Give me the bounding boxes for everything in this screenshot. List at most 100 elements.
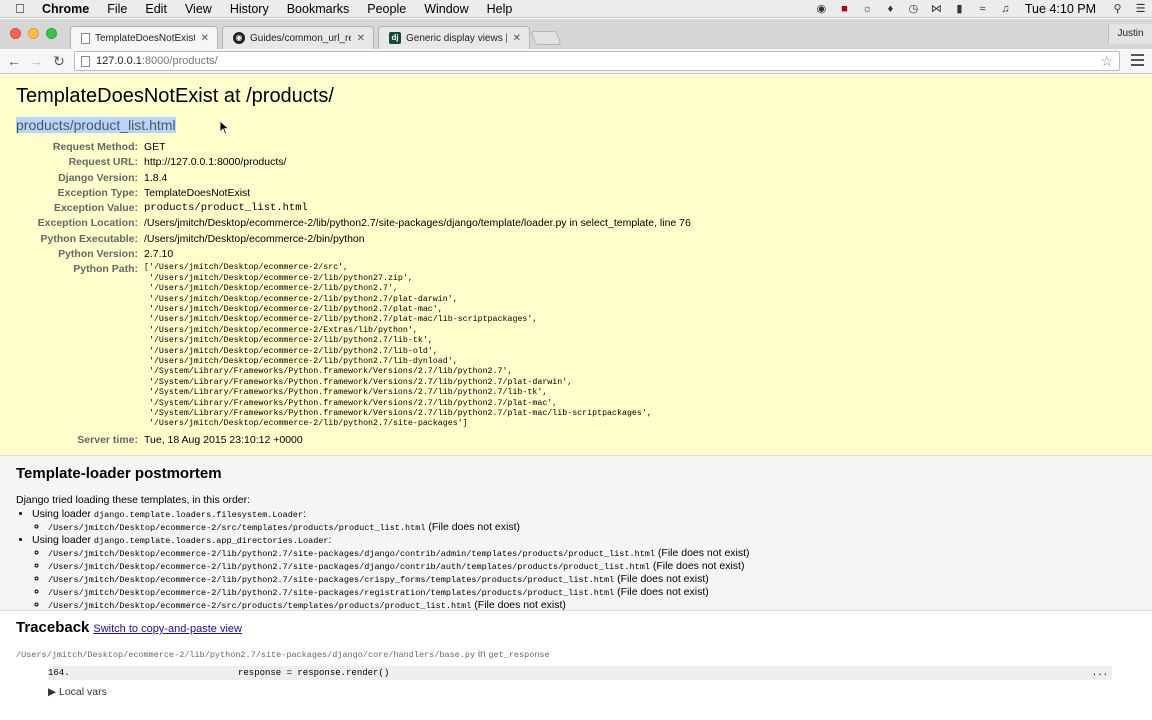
template-status: (File does not exist) [655,547,750,559]
volume-icon[interactable]: ♫ [994,0,1017,18]
window-minimize-button[interactable] [28,28,39,39]
template-attempt: /Users/jmitch/Desktop/ecommerce-2/lib/py… [48,547,1136,560]
reload-icon[interactable]: ↻ [50,52,68,70]
tab-close-icon[interactable]: ✕ [513,33,521,44]
time-machine-icon[interactable]: ◷ [902,0,925,18]
template-path: /Users/jmitch/Desktop/ecommerce-2/lib/py… [48,562,650,572]
disclosure-triangle-icon: ▶ [48,686,57,698]
loader-name: django.template.loaders.app_directories.… [93,536,329,546]
python-path-row: Python Path: ['/Users/jmitch/Desktop/eco… [16,262,691,431]
tab-generic-display-views[interactable]: dj Generic display views | Dja ✕ [378,26,530,49]
record-icon[interactable]: ◉ [810,0,833,18]
loader-item: Using loader django.template.loaders.app… [32,534,1136,612]
macos-menubar:  Chrome File Edit View History Bookmark… [0,0,1152,18]
bluetooth-icon[interactable]: ⋈ [925,0,948,18]
meta-value: 1.8.4 [144,171,168,184]
window-zoom-button[interactable] [46,28,57,39]
frame-function: get_response [488,650,550,660]
meta-label: Exception Type: [57,186,138,199]
meta-value: 2.7.10 [144,248,174,261]
forward-arrow-icon[interactable]: → [27,52,45,70]
notification-bell-icon[interactable]: ♦ [879,0,902,18]
exception-value-heading: products/product_list.html [16,117,1136,133]
template-status: (File does not exist) [471,599,566,611]
meta-value: Tue, 18 Aug 2015 23:10:12 +0000 [144,433,303,446]
switch-copy-paste-link[interactable]: Switch to copy-and-paste view [93,623,242,635]
error-page: TemplateDoesNotExist at /products/ produ… [0,75,1152,720]
tab-title: Guides/common_url_regex [250,32,351,44]
tab-template-does-not-exist[interactable]: TemplateDoesNotExist at / ✕ [70,26,218,50]
menu-history[interactable]: History [221,0,278,18]
menu-window[interactable]: Window [415,0,477,18]
meta-value: TemplateDoesNotExist [144,186,251,199]
template-attempt: /Users/jmitch/Desktop/ecommerce-2/lib/py… [48,573,1136,586]
menu-file[interactable]: File [98,0,136,18]
menu-bookmarks[interactable]: Bookmarks [278,0,359,18]
bookmark-star-icon[interactable]: ☆ [1100,53,1113,70]
back-arrow-icon[interactable]: ← [5,52,23,70]
address-path: :8000/products/ [141,55,218,67]
chrome-menu-icon[interactable] [1131,54,1144,67]
menu-view[interactable]: View [176,0,221,18]
menubar-clock[interactable]: Tue 4:10 PM [1017,0,1106,18]
meta-label: Python Path: [73,263,138,276]
request-meta-table: Request Method: GET Request URL: http://127… [16,140,691,448]
loader-suffix: : [303,508,306,520]
python-path-value: ['/Users/jmitch/Desktop/ecommerce-2/src'… [144,263,652,429]
window-close-button[interactable] [10,28,21,39]
meta-row: Exception Value: products/product_list.ht… [16,201,691,216]
meta-value: GET [144,141,166,153]
context-line[interactable]: 164. response = response.render() ... [48,666,1112,680]
menu-edit[interactable]: Edit [136,0,176,18]
battery-icon[interactable]: ▮ [948,0,971,18]
loader-prefix: Using loader [32,534,94,546]
loader-name: django.template.loaders.filesystem.Loade… [93,510,304,520]
wifi-icon[interactable]: ≈ [971,0,994,18]
app-red-icon[interactable]: ■ [833,0,856,18]
frame-file-path: /Users/jmitch/Desktop/ecommerce-2/lib/py… [16,650,476,660]
address-host: 127.0.0.1 [96,55,142,67]
template-status: (File does not exist) [614,573,709,585]
traceback-heading: Traceback Switch to copy-and-paste view [16,619,1136,636]
meta-row: Request URL: http://127.0.0.1:8000/produc… [16,155,691,170]
profile-button[interactable]: Justin [1108,24,1152,44]
meta-value: /Users/jmitch/Desktop/ecommerce-2/lib/py… [144,217,691,230]
tab-guides-url-regex[interactable]: ◉ Guides/common_url_regex ✕ [222,26,374,49]
menu-app-name[interactable]: Chrome [40,0,98,18]
meta-label: Python Version: [58,248,138,261]
template-attempt-list: /Users/jmitch/Desktop/ecommerce-2/src/te… [32,521,1136,534]
loader-list: Using loader django.template.loaders.fil… [16,508,1136,612]
meta-label: Django Version: [58,171,138,184]
new-tab-button[interactable] [530,31,562,45]
section-heading: Template-loader postmortem [16,465,222,482]
menu-people[interactable]: People [358,0,415,18]
django-icon: dj [389,32,401,44]
local-vars-toggle[interactable]: ▶ Local vars [48,686,1136,698]
meta-value: products/product_list.html [144,202,308,215]
expand-context-icon[interactable]: ... [1092,668,1112,678]
tab-close-icon[interactable]: ✕ [357,33,365,44]
menu-help[interactable]: Help [478,0,522,18]
template-path: /Users/jmitch/Desktop/ecommerce-2/src/te… [48,523,426,533]
page-icon [81,33,90,44]
notification-center-icon[interactable]: ☰ [1129,0,1152,18]
tab-title: Generic display views | Dja [406,32,507,44]
traceback-section: Traceback Switch to copy-and-paste view /… [0,611,1152,720]
postmortem-intro: Django tried loading these templates, in… [16,494,251,506]
meta-value: /Users/jmitch/Desktop/ecommerce-2/bin/py… [144,232,365,245]
meta-label: Exception Value: [53,202,138,215]
spotlight-search-icon[interactable]: ⚲ [1106,0,1129,18]
template-attempt: /Users/jmitch/Desktop/ecommerce-2/src/te… [48,521,1136,534]
address-bar[interactable]: 127.0.0.1 :8000/products/ ☆ [74,51,1120,71]
mouse-cursor-icon [219,120,230,135]
browser-tab-strip: TemplateDoesNotExist at / ✕ ◉ Guides/com… [0,19,1152,50]
selected-text[interactable]: products/product_list.html [16,117,176,133]
tab-close-icon[interactable]: ✕ [201,33,209,44]
meta-label: Request URL: [68,156,138,169]
meta-value: http://127.0.0.1:8000/products/ [144,156,287,169]
meta-label: Server time: [77,433,138,446]
template-attempt-list: /Users/jmitch/Desktop/ecommerce-2/lib/py… [32,547,1136,612]
creative-cloud-icon[interactable]: ☼ [856,0,879,18]
apple-icon[interactable]:  [0,1,40,16]
line-number: 164. [48,668,70,678]
